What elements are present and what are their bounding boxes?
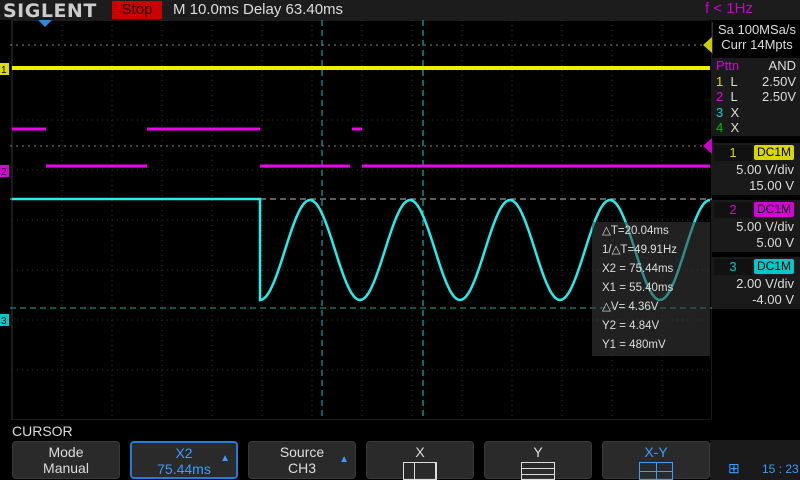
channel-1-panel[interactable]: 1 DC1M 5.00 V/div 15.00 V: [712, 143, 800, 195]
run-stop-status[interactable]: Stop: [112, 1, 162, 19]
source-button[interactable]: Source CH3 ▲: [248, 441, 356, 479]
pattern-channel: 2: [716, 89, 724, 104]
brand-logo: SIGLENT: [3, 0, 97, 22]
cursor-readout-panel: △T=20.04ms 1/△T=49.91Hz X2 = 75.44ms X1 …: [592, 222, 710, 356]
ch1-marker: 1: [1, 65, 7, 76]
vertical-offset: 15.00 V: [749, 178, 794, 193]
x2-value: X2 = 75.44ms: [602, 263, 674, 275]
xy-cursor-icon: [639, 462, 673, 480]
vertical-offset: -4.00 V: [752, 292, 794, 307]
channel-number: 2: [714, 201, 752, 218]
y2-value: Y2 = 4.84V: [602, 320, 660, 332]
pattern-state: X: [730, 120, 740, 135]
delta-t: △T=20.04ms: [602, 225, 669, 237]
x1-value: X1 = 55.40ms: [602, 282, 674, 294]
pattern-level: 2.50V: [762, 73, 796, 89]
delta-v: △V= 4.36V: [602, 301, 659, 313]
coupling-badge: DC1M: [753, 202, 794, 217]
ch2-waveform: [12, 127, 710, 168]
vertical-scale: 5.00 V/div: [736, 219, 794, 234]
graticule: [11, 20, 712, 420]
network-icon: ⊞: [728, 460, 740, 476]
pattern-state: X: [730, 104, 740, 120]
y-cursor-icon: [521, 462, 555, 480]
inverse-delta-t: 1/△T=49.91Hz: [602, 244, 678, 256]
vertical-scale: 5.00 V/div: [736, 162, 794, 177]
pattern-state: L: [730, 73, 738, 89]
pattern-logic: AND: [768, 58, 796, 73]
mode-button[interactable]: Mode Manual: [12, 441, 120, 479]
trigger-pattern-panel[interactable]: Pttn AND 1 L 2.50V 2 L 2.50V 3 X4 X: [712, 58, 800, 136]
ch1-trigger-arrow: [703, 37, 712, 53]
menu-title: CURSOR: [12, 423, 73, 439]
pattern-row: 2 L 2.50V: [716, 89, 796, 105]
top-bar: SIGLENT Stop M 10.0ms Delay 63.40ms f < …: [0, 0, 800, 22]
pattern-title: Pttn: [716, 58, 740, 73]
channel-3-panel[interactable]: 3 DC1M 2.00 V/div -4.00 V: [712, 257, 800, 309]
coupling-badge: DC1M: [753, 259, 794, 274]
x2-button[interactable]: X2 75.44ms ▲: [130, 441, 238, 479]
channel-number: 1: [714, 144, 752, 161]
channel-2-panel[interactable]: 2 DC1M 5.00 V/div 5.00 V: [712, 200, 800, 252]
x-cursor-icon: [403, 462, 437, 480]
channel-number: 3: [714, 258, 752, 275]
pattern-row: 3 X: [716, 105, 796, 121]
pattern-channel: 4: [716, 120, 724, 135]
pattern-row: 1 L 2.50V: [716, 74, 796, 90]
clock-time: 15 : 23: [762, 462, 799, 476]
sample-rate: Sa 100MSa/s: [717, 22, 797, 37]
memory-depth: Curr 14Mpts: [721, 37, 793, 52]
trigger-position-marker: [38, 20, 52, 27]
coupling-badge: DC1M: [753, 145, 794, 160]
pattern-channel: 3: [716, 104, 724, 120]
x-cursor-button[interactable]: X: [366, 441, 474, 480]
pattern-channel: 1: [716, 73, 724, 89]
trigger-frequency: f < 1Hz: [705, 0, 753, 17]
ch2-trigger-arrow: [703, 138, 712, 154]
pattern-level: 2.50V: [762, 89, 796, 104]
ch3-marker: 3: [1, 316, 7, 327]
waveform-display[interactable]: 1 2 3: [0, 20, 712, 420]
y-cursor-button[interactable]: Y: [484, 441, 592, 480]
trigger-delay[interactable]: Delay 63.40ms: [243, 1, 343, 18]
timebase[interactable]: M 10.0ms: [173, 1, 239, 18]
acquisition-info[interactable]: Sa 100MSa/s Curr 14Mpts: [712, 22, 800, 54]
ch2-marker: 2: [1, 167, 7, 178]
vertical-scale: 2.00 V/div: [736, 276, 794, 291]
pattern-state: L: [730, 89, 738, 104]
xy-cursor-button[interactable]: X-Y: [602, 441, 710, 480]
pattern-row: 4 X: [716, 120, 796, 136]
adjust-arrow-icon: ▲: [220, 453, 230, 464]
adjust-arrow-icon: ▲: [339, 454, 349, 465]
y1-value: Y1 = 480mV: [602, 339, 666, 351]
vertical-offset: 5.00 V: [756, 235, 794, 250]
